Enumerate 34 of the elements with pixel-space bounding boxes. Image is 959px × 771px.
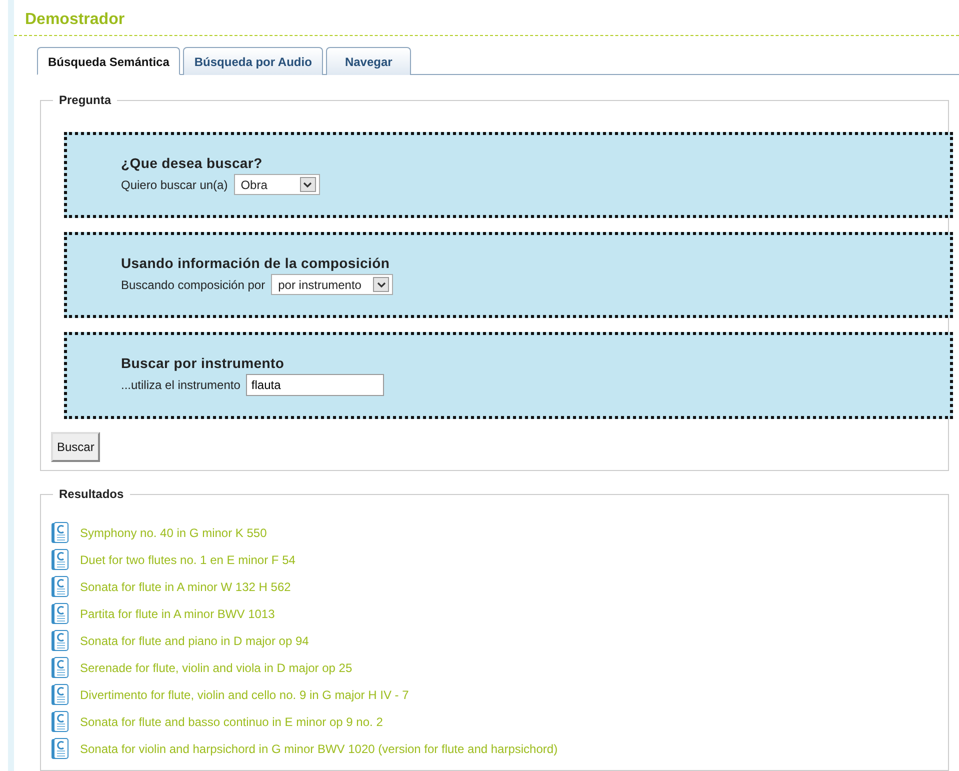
score-icon xyxy=(51,522,69,544)
field-label: ...utiliza el instrumento xyxy=(121,378,240,392)
dropdown[interactable]: por instrumento xyxy=(271,274,394,295)
score-icon xyxy=(51,602,69,624)
score-icon xyxy=(51,738,69,760)
tab[interactable]: Búsqueda por Audio xyxy=(183,47,323,75)
tab[interactable]: Búsqueda Semántica xyxy=(37,47,180,75)
search-button[interactable]: Buscar xyxy=(51,432,100,462)
input-field[interactable]: flauta xyxy=(246,374,384,396)
field-label: Buscando composición por xyxy=(121,278,266,292)
result-link[interactable]: Duet for two flutes no. 1 en E minor F 54 xyxy=(80,552,296,566)
dropdown[interactable]: Obra xyxy=(234,174,320,195)
result-link[interactable]: Sonata for flute and basso continuo in E minor op 9 no. 2 xyxy=(80,714,383,728)
tab[interactable]: Navegar xyxy=(326,47,412,75)
field-label: Quiero buscar un(a) xyxy=(121,178,228,192)
panel-legend: Pregunta xyxy=(53,93,118,107)
result-link[interactable]: Serenade for flute, violin and viola in D major op 25 xyxy=(80,660,352,674)
question-heading: Usando información de la composición xyxy=(121,255,391,271)
result-link[interactable]: Sonata for flute and piano in D major op 94 xyxy=(80,634,309,648)
result-link[interactable]: Symphony no. 40 in G minor K 550 xyxy=(80,526,267,540)
result-link[interactable]: Partita for flute in A minor BWV 1013 xyxy=(80,606,275,620)
panel-legend: Resultados xyxy=(53,487,130,501)
score-icon xyxy=(51,576,69,598)
question-heading: ¿Que desea buscar? xyxy=(121,155,264,171)
result-link[interactable]: Divertimento for flute, violin and cello no. 9 in G major H IV - 7 xyxy=(80,688,409,702)
page-title: Demostrador xyxy=(24,10,126,30)
result-link[interactable]: Sonata for violin and harpsichord in G minor BWV 1020 (version for flute and harpsichord) xyxy=(80,742,558,756)
score-icon xyxy=(51,656,69,678)
score-icon xyxy=(51,548,69,570)
question-heading: Buscar por instrumento xyxy=(121,355,286,371)
score-icon xyxy=(51,684,69,706)
result-link[interactable]: Sonata for flute in A minor W 132 H 562 xyxy=(80,580,291,594)
score-icon xyxy=(51,630,69,652)
score-icon xyxy=(51,710,69,732)
